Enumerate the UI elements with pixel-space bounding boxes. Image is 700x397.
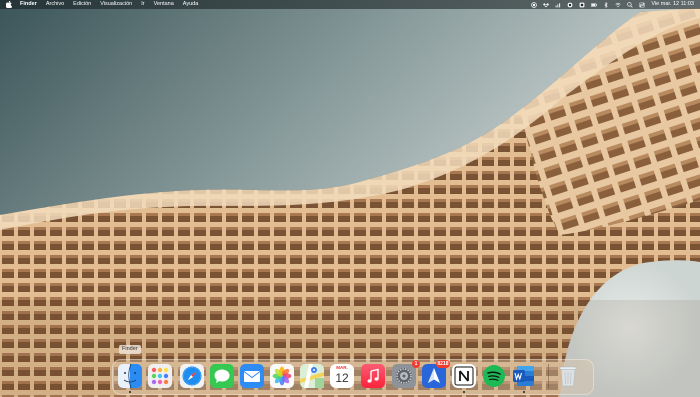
bluetooth-icon[interactable] <box>603 1 609 8</box>
apple-menu-icon[interactable] <box>6 0 12 9</box>
desktop-wallpaper <box>0 0 700 397</box>
word-icon[interactable] <box>512 364 536 388</box>
music-icon[interactable] <box>361 364 385 388</box>
dropbox-icon[interactable] <box>543 2 550 8</box>
status-area: Vie mar. 12 11:03 <box>531 0 694 9</box>
photos-icon[interactable] <box>270 364 294 388</box>
menu-finder[interactable]: Finder <box>20 0 37 9</box>
safari-icon[interactable] <box>180 364 204 388</box>
settings-badge: 1 <box>412 360 420 368</box>
menu-visualizacion[interactable]: Visualización <box>100 0 132 9</box>
search-icon[interactable] <box>627 1 634 8</box>
wifi-icon[interactable] <box>615 2 622 8</box>
finder-running-dot <box>129 391 131 393</box>
notion-running-dot <box>463 391 465 393</box>
spark-badge: 8218 <box>435 360 450 368</box>
messages-icon[interactable] <box>210 364 234 388</box>
finder-icon[interactable] <box>118 364 142 388</box>
dock-separator <box>548 364 549 388</box>
wifi-bars-icon[interactable] <box>555 2 561 8</box>
spark-icon[interactable]: 8218 <box>422 360 450 388</box>
word-running-dot <box>523 391 525 393</box>
mail-icon[interactable] <box>240 364 264 388</box>
menu-ventana[interactable]: Ventana <box>154 0 174 9</box>
calendar-icon[interactable]: MAR. 12 <box>330 364 354 388</box>
search-cloud-icon[interactable] <box>567 2 573 8</box>
control-center-icon[interactable] <box>639 2 646 8</box>
record-icon[interactable] <box>531 1 538 8</box>
spotify-icon[interactable] <box>482 364 506 388</box>
notion-icon[interactable] <box>452 364 476 388</box>
dock-tooltip: Finder <box>119 345 141 354</box>
settings-icon[interactable]: 1 <box>392 360 420 388</box>
menu-archivo[interactable]: Archivo <box>46 0 64 9</box>
menubar-clock[interactable]: Vie mar. 12 11:03 <box>651 0 694 9</box>
trash-icon[interactable] <box>556 364 580 388</box>
maps-icon[interactable] <box>300 364 324 388</box>
menu-edicion[interactable]: Edición <box>73 0 91 9</box>
menu-ayuda[interactable]: Ayuda <box>183 0 199 9</box>
app-icon[interactable] <box>579 2 585 8</box>
menu-bar: Finder Archivo Edición Visualización Ir … <box>0 0 700 9</box>
calendar-day: 12 <box>335 371 349 385</box>
menu-ir[interactable]: Ir <box>141 0 144 9</box>
launchpad-icon[interactable] <box>148 364 172 388</box>
battery-icon[interactable] <box>591 2 598 8</box>
calendar-month: MAR. <box>336 365 348 370</box>
